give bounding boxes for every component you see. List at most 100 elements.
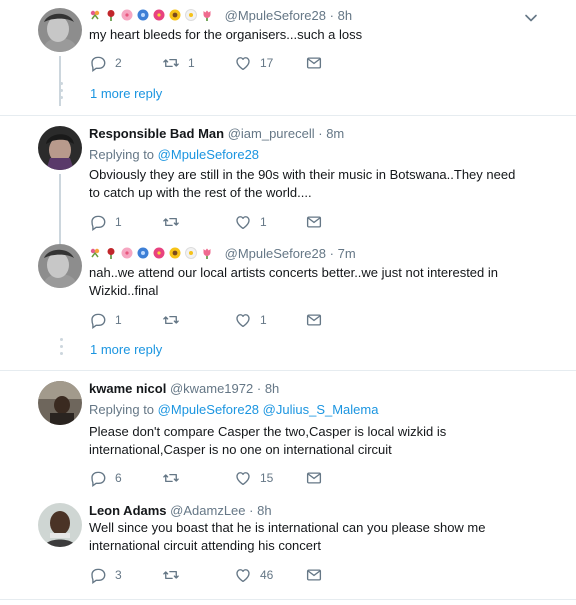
retweet-button[interactable]: 1 [162, 53, 195, 73]
reply-count: 2 [115, 56, 122, 70]
reply-icon [89, 311, 107, 329]
display-name-emojis[interactable] [89, 8, 217, 23]
hibiscus-emoji [153, 247, 165, 259]
tweet-4[interactable]: kwame nicol @kwame1972 · 8h Replying to … [0, 371, 576, 493]
daisy-emoji [185, 247, 197, 259]
display-name[interactable]: Leon Adams [89, 503, 167, 518]
tweet-header: @MpuleSefore28 · 8h [89, 8, 352, 23]
display-name-emojis[interactable] [89, 246, 217, 261]
like-button[interactable]: 1 [234, 212, 267, 232]
tweet-handle[interactable]: @MpuleSefore28 [225, 246, 326, 261]
thread-dots [60, 82, 64, 103]
avatar[interactable] [38, 8, 82, 52]
envelope-icon [305, 566, 323, 584]
tweet-text: Please don't compare Casper the two,Casp… [89, 424, 447, 457]
rose-emoji [107, 248, 115, 259]
tweet-1[interactable]: @MpuleSefore28 · 8h my heart bleeds for … [0, 0, 576, 115]
more-replies-link[interactable]: 1 more reply [90, 342, 162, 357]
hibiscus-emoji [153, 9, 165, 21]
like-count: 1 [260, 313, 267, 327]
reply-button[interactable]: 3 [89, 565, 122, 585]
heart-icon [234, 311, 252, 329]
reply-icon [89, 469, 107, 487]
avatar[interactable] [38, 126, 82, 170]
direct-message-button[interactable] [305, 468, 323, 488]
envelope-icon [305, 469, 323, 487]
separator-dot: · [249, 503, 254, 518]
avatar[interactable] [38, 503, 82, 547]
retweet-icon [162, 566, 180, 584]
daisy-emoji [185, 9, 197, 21]
direct-message-button[interactable] [305, 310, 323, 330]
tulip-emoji [203, 10, 211, 21]
sunflower-emoji [169, 9, 181, 21]
chevron-down-icon[interactable] [524, 13, 538, 23]
blue-flower-emoji [137, 247, 149, 259]
heart-icon [234, 54, 252, 72]
heart-icon [234, 213, 252, 231]
tweet-handle[interactable]: @kwame1972 [170, 381, 253, 396]
direct-message-button[interactable] [305, 565, 323, 585]
tweet-time[interactable]: 8h [338, 8, 352, 23]
display-name[interactable]: Responsible Bad Man [89, 126, 224, 141]
mention-link[interactable]: @MpuleSefore28 [158, 147, 259, 162]
reply-button[interactable]: 2 [89, 53, 122, 73]
retweet-icon [162, 213, 180, 231]
like-button[interactable]: 15 [234, 468, 273, 488]
tweet-3[interactable]: @MpuleSefore28 · 7m nah..we attend our l… [0, 236, 576, 368]
reply-count: 6 [115, 471, 122, 485]
heart-icon [234, 469, 252, 487]
tweet-5[interactable]: Leon Adams @AdamzLee · 8h Well since you… [0, 493, 576, 598]
like-button[interactable]: 46 [234, 565, 273, 585]
replying-to-label: Replying to [89, 402, 155, 417]
avatar[interactable] [38, 244, 82, 288]
direct-message-button[interactable] [305, 212, 323, 232]
like-count: 17 [260, 56, 274, 70]
tweet-time[interactable]: 8m [326, 126, 344, 141]
tweet-text: Well since you boast that he is internat… [89, 520, 486, 553]
bouquet-emoji [90, 10, 100, 20]
tweet-header: Leon Adams @AdamzLee · 8h [89, 503, 272, 518]
reply-icon [89, 54, 107, 72]
retweet-button[interactable] [162, 468, 188, 488]
like-button[interactable]: 1 [234, 310, 267, 330]
tweet-2[interactable]: Responsible Bad Man @iam_purecell · 8m R… [0, 116, 576, 244]
like-count: 1 [260, 215, 267, 229]
retweet-button[interactable] [162, 310, 188, 330]
retweet-icon [162, 54, 180, 72]
thread-line [59, 174, 61, 244]
display-name[interactable]: kwame nicol [89, 381, 166, 396]
like-button[interactable]: 17 [234, 53, 273, 73]
sunflower-emoji [169, 247, 181, 259]
tweet-handle[interactable]: @AdamzLee [170, 503, 245, 518]
tweet-text: Obviously they are still in the 90s with… [89, 167, 516, 200]
mention-link[interactable]: @MpuleSefore28 @Julius_S_Malema [158, 402, 379, 417]
separator-dot: · [329, 8, 334, 23]
tweet-handle[interactable]: @MpuleSefore28 [225, 8, 326, 23]
reply-icon [89, 213, 107, 231]
heart-icon [234, 566, 252, 584]
retweet-icon [162, 469, 180, 487]
cherry-blossom-emoji [121, 247, 133, 259]
retweet-button[interactable] [162, 212, 188, 232]
retweet-button[interactable] [162, 565, 188, 585]
tweet-time[interactable]: 7m [338, 246, 356, 261]
separator-dot: · [318, 126, 323, 141]
reply-button[interactable]: 6 [89, 468, 122, 488]
tweet-text: my heart bleeds for the organisers...suc… [89, 27, 363, 42]
tweet-header: @MpuleSefore28 · 7m [89, 246, 356, 261]
reply-button[interactable]: 1 [89, 212, 122, 232]
tweet-handle[interactable]: @iam_purecell [228, 126, 315, 141]
like-count: 15 [260, 471, 274, 485]
reply-button[interactable]: 1 [89, 310, 122, 330]
more-replies-link[interactable]: 1 more reply [90, 86, 162, 101]
envelope-icon [305, 54, 323, 72]
reply-count: 1 [115, 215, 122, 229]
tweet-time[interactable]: 8h [265, 381, 279, 396]
reply-icon [89, 566, 107, 584]
tweet-time[interactable]: 8h [257, 503, 271, 518]
avatar[interactable] [38, 381, 82, 425]
direct-message-button[interactable] [305, 53, 323, 73]
retweet-count: 1 [188, 56, 195, 70]
replying-to: Replying to @MpuleSefore28 [89, 147, 259, 162]
